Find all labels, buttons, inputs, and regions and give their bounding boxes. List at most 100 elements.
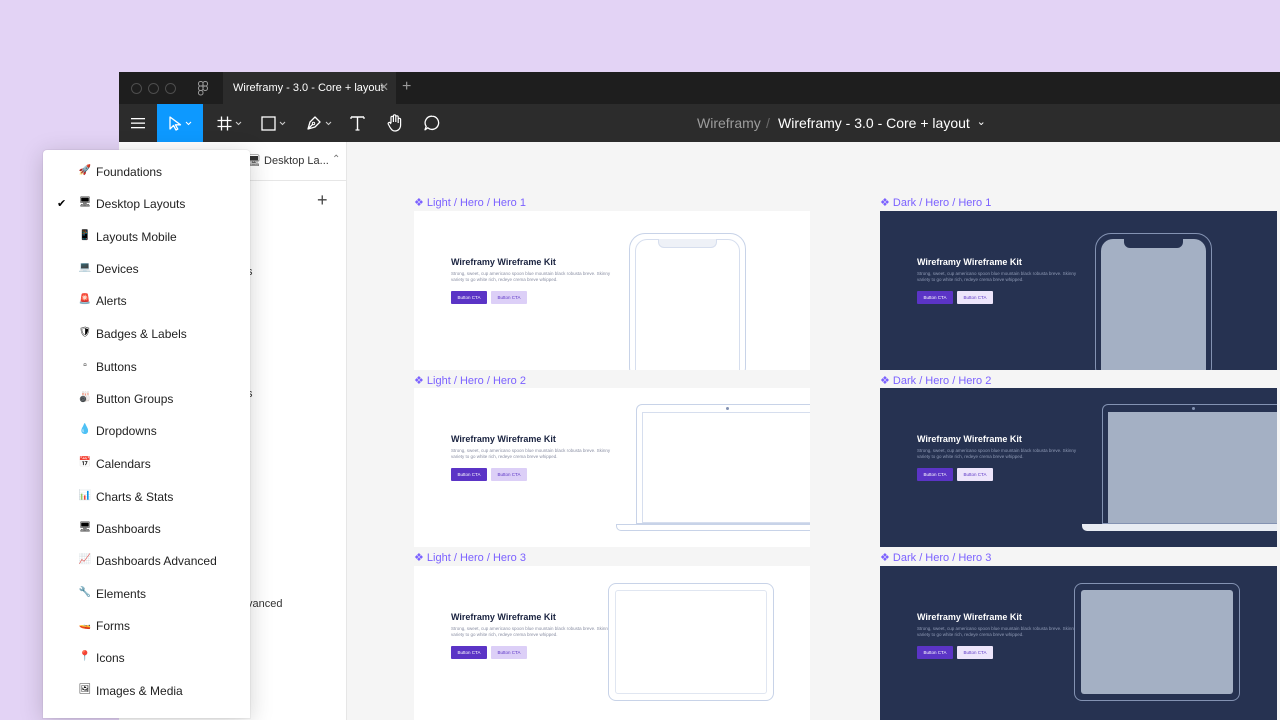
menu-item-label: Foundations xyxy=(96,165,163,179)
desktop-computer-icon: 🖥 xyxy=(78,197,92,208)
hamburger-menu-icon xyxy=(131,118,145,129)
menu-item-label: Dashboards Advanced xyxy=(96,554,217,568)
hero-secondary-button: Button CTA xyxy=(491,468,527,481)
menu-item-devices[interactable]: 💻 Devices xyxy=(43,255,250,283)
mobile-phone-icon: 📱 xyxy=(78,230,92,241)
framed-picture-icon: 🖼 xyxy=(78,684,92,695)
frame-label-dark-hero-1[interactable]: ❖ Dark / Hero / Hero 1 xyxy=(880,196,991,209)
hero-title: Wireframy Wireframe Kit xyxy=(917,257,1022,267)
hero-primary-button: Button CTA xyxy=(917,291,953,304)
move-tool-button[interactable] xyxy=(157,104,203,142)
rectangle-icon xyxy=(260,115,276,131)
hero-primary-button: Button CTA xyxy=(451,291,487,304)
chevron-down-icon: ⌄ xyxy=(976,116,986,128)
zoom-window-button[interactable] xyxy=(165,83,176,94)
laptop-camera xyxy=(1192,407,1195,410)
frame-label-light-hero-2[interactable]: ❖ Light / Hero / Hero 2 xyxy=(414,374,526,387)
frame-label-dark-hero-2[interactable]: ❖ Dark / Hero / Hero 2 xyxy=(880,374,991,387)
tablet-mockup xyxy=(1074,583,1240,701)
laptop-mockup xyxy=(1102,404,1277,524)
menu-item-forms[interactable]: 🚤 Forms xyxy=(43,612,250,640)
menu-item-label: Alerts xyxy=(96,294,127,308)
frame-light-hero-1[interactable]: Wireframy Wireframe Kit Strong, sweet, c… xyxy=(414,211,810,370)
minimize-window-button[interactable] xyxy=(148,83,159,94)
frame-dark-hero-2[interactable]: Wireframy Wireframe Kit Strong, sweet, c… xyxy=(880,388,1277,547)
phone-screen xyxy=(1101,239,1206,370)
menu-item-label: Desktop Layouts xyxy=(96,197,186,211)
text-tool-button[interactable] xyxy=(345,104,369,142)
menu-item-dashboards-advanced[interactable]: 📈 Dashboards Advanced xyxy=(43,547,250,575)
laptop-screen xyxy=(1108,412,1277,523)
desktop-computer-icon: 🖥 xyxy=(78,522,92,533)
menu-item-dashboards[interactable]: 🖥 Dashboards xyxy=(43,515,250,543)
figma-window: Wireframy - 3.0 - Core + layout ✕ + Wire… xyxy=(119,72,1280,720)
breadcrumb-file[interactable]: Wireframy - 3.0 - Core + layout ⌄ xyxy=(778,115,986,131)
shape-tool-button[interactable] xyxy=(255,104,291,142)
title-bar: Wireframy - 3.0 - Core + layout ✕ + xyxy=(119,72,1280,104)
toolbar: Wireframy / Wireframy - 3.0 - Core + lay… xyxy=(119,104,1280,142)
text-icon xyxy=(349,116,365,131)
pen-tool-button[interactable] xyxy=(301,104,337,142)
chevron-down-icon xyxy=(235,121,241,125)
main-menu-button[interactable] xyxy=(119,104,157,142)
frame-tool-button[interactable] xyxy=(211,104,247,142)
siren-icon: 🚨 xyxy=(78,294,92,305)
frame-label-dark-hero-3[interactable]: ❖ Dark / Hero / Hero 3 xyxy=(880,551,991,564)
menu-item-button-groups[interactable]: 🎳 Button Groups xyxy=(43,385,250,413)
wrench-icon: 🔧 xyxy=(78,587,92,598)
laptop-camera xyxy=(726,407,729,410)
hero-description: Strong, sweet, cup americano spoon blue … xyxy=(451,271,611,282)
menu-item-images-media[interactable]: 🖼 Images & Media xyxy=(43,677,250,705)
menu-item-badges-labels[interactable]: 🛡 Badges & Labels xyxy=(43,320,250,348)
frame-label-light-hero-1[interactable]: ❖ Light / Hero / Hero 1 xyxy=(414,196,526,209)
add-page-button[interactable]: + xyxy=(317,190,328,211)
menu-item-label: Layouts Mobile xyxy=(96,230,177,244)
laptop-icon: 💻 xyxy=(78,262,92,273)
hero-description: Strong, sweet, cup americano spoon blue … xyxy=(917,448,1077,459)
hero-secondary-button: Button CTA xyxy=(957,291,993,304)
comment-tool-button[interactable] xyxy=(420,104,444,142)
phone-mockup xyxy=(1095,233,1212,370)
page-list-item-text[interactable]: vanced xyxy=(247,598,282,610)
menu-item-label: Images & Media xyxy=(96,684,183,698)
white-square-icon: ▫ xyxy=(83,360,87,371)
checkmark-icon: ✔ xyxy=(57,198,67,210)
frame-dark-hero-1[interactable]: Wireframy Wireframe Kit Strong, sweet, c… xyxy=(880,211,1277,370)
frame-light-hero-2[interactable]: Wireframy Wireframe Kit Strong, sweet, c… xyxy=(414,388,810,547)
frame-light-hero-3[interactable]: Wireframy Wireframe Kit Strong, sweet, c… xyxy=(414,566,810,720)
new-tab-button[interactable]: + xyxy=(402,78,411,96)
menu-item-icons[interactable]: 📍 Icons xyxy=(43,644,250,672)
figma-logo-icon[interactable] xyxy=(198,81,208,96)
hero-primary-button: Button CTA xyxy=(917,468,953,481)
chevron-down-icon xyxy=(279,121,285,125)
menu-item-elements[interactable]: 🔧 Elements xyxy=(43,580,250,608)
menu-item-foundations[interactable]: 🚀 Foundations xyxy=(43,158,250,186)
frame-dark-hero-3[interactable]: Wireframy Wireframe Kit Strong, sweet, c… xyxy=(880,566,1277,720)
hero-title: Wireframy Wireframe Kit xyxy=(451,434,556,444)
file-tab[interactable]: Wireframy - 3.0 - Core + layout ✕ xyxy=(223,72,396,104)
menu-item-calendars[interactable]: 📅 Calendars xyxy=(43,450,250,478)
frame-label-light-hero-3[interactable]: ❖ Light / Hero / Hero 3 xyxy=(414,551,526,564)
trend-chart-icon: 📈 xyxy=(78,554,92,565)
bar-chart-icon: 📊 xyxy=(78,490,92,501)
close-window-button[interactable] xyxy=(131,83,142,94)
pen-icon xyxy=(307,116,321,130)
hero-title: Wireframy Wireframe Kit xyxy=(917,612,1022,622)
menu-item-charts-stats[interactable]: 📊 Charts & Stats xyxy=(43,483,250,511)
menu-item-buttons[interactable]: ▫ Buttons xyxy=(43,353,250,381)
hand-tool-button[interactable] xyxy=(383,104,407,142)
menu-item-layouts-mobile[interactable]: 📱 Layouts Mobile xyxy=(43,223,250,251)
file-tab-title: Wireframy - 3.0 - Core + layout xyxy=(233,82,384,94)
phone-screen xyxy=(635,239,740,370)
chevron-up-icon[interactable]: ⌃ xyxy=(332,154,340,165)
hero-primary-button: Button CTA xyxy=(917,646,953,659)
hero-description: Strong, sweet, cup americano spoon blue … xyxy=(451,626,611,637)
menu-item-desktop-layouts[interactable]: ✔ 🖥 Desktop Layouts xyxy=(43,190,250,218)
comment-bubble-icon xyxy=(424,115,440,131)
close-tab-icon[interactable]: ✕ xyxy=(379,80,389,94)
menu-item-dropdowns[interactable]: 💧 Dropdowns xyxy=(43,417,250,445)
menu-item-alerts[interactable]: 🚨 Alerts xyxy=(43,287,250,315)
breadcrumb-project[interactable]: Wireframy xyxy=(697,115,761,131)
current-page-selector[interactable]: 🖥 Desktop La... xyxy=(247,154,329,167)
phone-notch xyxy=(1124,239,1183,248)
